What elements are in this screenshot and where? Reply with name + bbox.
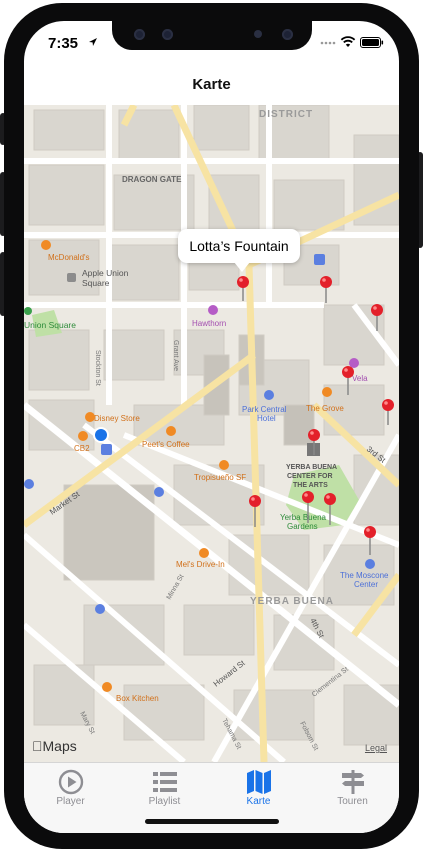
map-label: Grant Ave — [172, 340, 179, 371]
map-label: Box Kitchen — [116, 694, 159, 703]
map-label: Hawthorn — [192, 319, 226, 328]
camera-icon — [134, 29, 145, 40]
tab-player[interactable]: Player — [24, 763, 117, 813]
camera-icon — [162, 29, 173, 40]
map-label: THE ARTS — [293, 482, 328, 489]
map-icon — [247, 770, 271, 794]
map-label: Square — [82, 278, 110, 288]
map-label: Apple Union — [82, 268, 129, 278]
map-label: The Grove — [306, 404, 344, 413]
map-label: YERBA BUENA — [250, 596, 334, 607]
battery-icon — [360, 37, 384, 48]
map-label: Union Square — [24, 320, 76, 330]
map-label: Howard St — [212, 658, 248, 689]
tab-playlist[interactable]: Playlist — [118, 763, 211, 813]
map-label: DRAGON GATE — [122, 175, 182, 184]
map-canvas[interactable]: DISTRICT DRAGON GATE McDonald's Apple Un… — [24, 105, 399, 762]
map-label: Park Central — [242, 405, 287, 414]
map-view[interactable]: DISTRICT DRAGON GATE McDonald's Apple Un… — [24, 105, 399, 762]
map-label: Mel's Drive-In — [176, 560, 225, 569]
user-location-dot — [95, 429, 107, 441]
notch — [112, 21, 312, 50]
map-label: Hotel — [257, 414, 276, 423]
map-label: Tropisueño SF — [194, 473, 246, 482]
status-time: 7:35 — [48, 35, 79, 52]
page-title: Karte — [192, 76, 231, 93]
sensor — [254, 30, 262, 38]
callout-tip — [234, 262, 250, 272]
map-label: The Moscone — [340, 571, 389, 580]
maps-logo-text: Maps — [32, 738, 77, 754]
map-label: CENTER FOR — [287, 473, 333, 480]
tab-karte[interactable]: Karte — [212, 763, 305, 813]
tab-label: Karte — [246, 796, 271, 807]
signal-icon — [320, 41, 336, 45]
location-arrow-icon — [89, 38, 97, 46]
wifi-icon — [340, 36, 356, 47]
tab-label: Touren — [337, 796, 368, 807]
map-label: Gardens — [287, 522, 318, 531]
map-label: Vela — [352, 374, 368, 383]
apple-logo-icon:  — [32, 738, 43, 754]
play-circle-icon — [58, 769, 84, 795]
device-frame: 7:35 Karte DISTRICT DRAGON GATE McDonald… — [0, 0, 423, 852]
map-pin-icon[interactable] — [320, 276, 332, 303]
pin-callout[interactable]: Lotta’s Fountain — [178, 229, 300, 263]
legal-link[interactable]: Legal — [365, 743, 387, 753]
map-label: Minna St — [166, 574, 186, 601]
tab-label: Player — [56, 796, 85, 807]
screen: 7:35 Karte DISTRICT DRAGON GATE McDonald… — [24, 21, 399, 833]
home-indicator[interactable] — [145, 819, 279, 824]
apple-maps-logo: Maps — [32, 738, 77, 754]
tab-touren[interactable]: Touren — [306, 763, 399, 813]
map-label: Disney Store — [94, 414, 140, 423]
map-label: Center — [354, 580, 378, 589]
map-label: Stockton St — [94, 350, 101, 386]
signpost-icon — [342, 770, 364, 794]
tab-label: Playlist — [148, 796, 181, 807]
list-icon — [153, 772, 177, 792]
map-label: McDonald's — [48, 253, 90, 262]
map-label: Peet's Coffee — [142, 440, 190, 449]
navigation-bar: Karte — [24, 65, 399, 105]
map-label: YERBA BUENA — [286, 464, 337, 471]
map-label: Yerba Buena — [280, 513, 327, 522]
camera-icon — [282, 29, 293, 40]
map-label: CB2 — [74, 444, 90, 453]
map-label: DISTRICT — [259, 109, 313, 120]
